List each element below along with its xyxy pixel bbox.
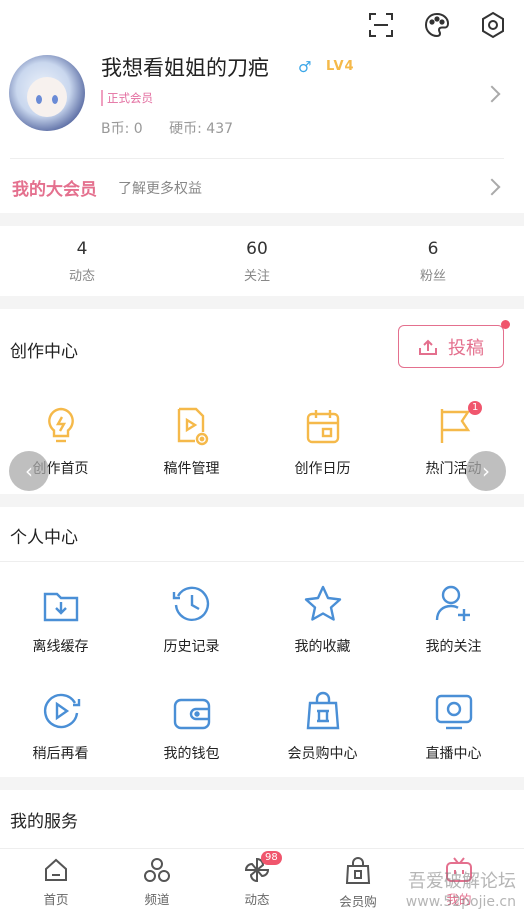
personal-item-offline-cache[interactable]: 离线缓存 bbox=[0, 578, 126, 656]
tab-label: 首页 bbox=[43, 892, 69, 907]
tab-member-shop[interactable]: 会员购 bbox=[306, 857, 410, 910]
upload-icon bbox=[419, 339, 437, 355]
tab-channel[interactable]: 频道 bbox=[105, 857, 209, 908]
grid-item-label: 直播中心 bbox=[425, 746, 482, 762]
chevron-left-icon: ‹ bbox=[25, 459, 33, 483]
personal-item-following[interactable]: 我的关注 bbox=[388, 578, 519, 656]
calendar-icon bbox=[257, 400, 388, 446]
grid-item-label: 稿件管理 bbox=[163, 461, 220, 477]
grid-item-label: 稍后再看 bbox=[32, 746, 89, 762]
live-tv-icon bbox=[388, 685, 519, 731]
theme-palette-icon[interactable] bbox=[420, 8, 454, 42]
tab-label: 动态 bbox=[244, 892, 270, 907]
section-title: 我的服务 bbox=[10, 812, 78, 832]
carousel-prev-button[interactable]: ‹ bbox=[9, 451, 49, 491]
tab-label: 会员购 bbox=[339, 894, 377, 909]
vip-subtitle[interactable]: 了解更多权益 bbox=[118, 178, 202, 198]
personal-item-wallet[interactable]: 我的钱包 bbox=[126, 685, 257, 763]
watermark-url: www.52pojie.cn bbox=[405, 894, 516, 910]
stat-count: 4 bbox=[76, 239, 88, 259]
dynamics-badge: 98 bbox=[261, 851, 282, 865]
stat-label: 关注 bbox=[243, 269, 270, 284]
creation-item-manage[interactable]: 稿件管理 bbox=[126, 400, 257, 478]
tab-dynamics[interactable]: 动态 bbox=[205, 857, 309, 908]
upload-label: 投稿 bbox=[448, 337, 484, 359]
b-coin-balance: B币: 0 bbox=[101, 121, 143, 137]
grid-item-label: 我的关注 bbox=[425, 639, 482, 655]
coin-balances: B币: 0 硬币: 437 bbox=[101, 118, 255, 138]
personal-item-member-shop[interactable]: 会员购中心 bbox=[257, 685, 388, 763]
stat-label: 动态 bbox=[68, 269, 95, 284]
download-folder-icon bbox=[0, 578, 126, 624]
grid-item-label: 我的收藏 bbox=[294, 639, 351, 655]
watch-later-icon bbox=[0, 685, 126, 731]
flag-icon bbox=[388, 400, 519, 446]
chevron-right-icon: › bbox=[482, 459, 490, 483]
section-title: 个人中心 bbox=[10, 528, 78, 548]
upload-button[interactable]: 投稿 bbox=[398, 325, 504, 368]
tab-home[interactable]: 首页 bbox=[4, 857, 108, 908]
grid-item-label: 我的钱包 bbox=[163, 746, 220, 762]
personal-item-favorites[interactable]: 我的收藏 bbox=[257, 578, 388, 656]
personal-item-live-center[interactable]: 直播中心 bbox=[388, 685, 519, 763]
watermark-title: 吾爱破解论坛 bbox=[408, 871, 516, 892]
vip-title[interactable]: 我的大会员 bbox=[12, 175, 97, 200]
lightbulb-icon bbox=[0, 400, 126, 446]
add-user-icon bbox=[388, 578, 519, 624]
grid-item-label: 离线缓存 bbox=[32, 639, 89, 655]
my-services-section: 我的服务 bbox=[0, 790, 524, 848]
grid-item-label: 会员购中心 bbox=[287, 746, 358, 762]
stat-count: 6 bbox=[427, 239, 439, 259]
section-title: 创作中心 bbox=[10, 342, 78, 362]
grid-item-label: 历史记录 bbox=[163, 639, 220, 655]
stat-followers[interactable]: 6 粉丝 bbox=[363, 226, 503, 284]
video-file-icon bbox=[126, 400, 257, 446]
avatar[interactable] bbox=[9, 55, 85, 131]
watermark: 吾爱破解论坛 www.52pojie.cn bbox=[406, 872, 516, 912]
divider bbox=[10, 158, 504, 159]
stat-dynamics[interactable]: 4 动态 bbox=[12, 226, 152, 284]
stats-bar: 4 动态 60 关注 6 粉丝 bbox=[0, 226, 524, 296]
username: 我想看姐姐的刀疤 bbox=[101, 56, 269, 80]
gender-icon: ♂ bbox=[298, 58, 312, 76]
tab-label: 频道 bbox=[144, 892, 170, 907]
stat-count: 60 bbox=[246, 239, 268, 259]
personal-item-history[interactable]: 历史记录 bbox=[126, 578, 257, 656]
stat-label: 粉丝 bbox=[419, 269, 446, 284]
divider bbox=[0, 561, 524, 562]
star-icon bbox=[257, 578, 388, 624]
shopping-icon bbox=[345, 857, 371, 884]
level-badge: LV4 bbox=[326, 59, 355, 74]
channel-icon bbox=[144, 858, 170, 882]
shopping-bag-icon bbox=[257, 685, 388, 731]
wallet-icon bbox=[126, 685, 257, 731]
coin-balance: 硬币: 437 bbox=[169, 121, 234, 137]
history-clock-icon bbox=[126, 578, 257, 624]
settings-gear-icon[interactable] bbox=[476, 8, 510, 42]
creation-item-calendar[interactable]: 创作日历 bbox=[257, 400, 388, 478]
stat-following[interactable]: 60 关注 bbox=[187, 226, 327, 284]
home-icon bbox=[45, 858, 67, 881]
personal-item-watch-later[interactable]: 稍后再看 bbox=[0, 685, 126, 763]
scan-icon[interactable] bbox=[364, 8, 398, 42]
carousel-next-button[interactable]: › bbox=[466, 451, 506, 491]
grid-item-label: 创作日历 bbox=[294, 461, 351, 477]
top-toolbar bbox=[364, 8, 510, 42]
notification-dot bbox=[501, 320, 510, 329]
member-badge: 正式会员 bbox=[101, 90, 153, 106]
